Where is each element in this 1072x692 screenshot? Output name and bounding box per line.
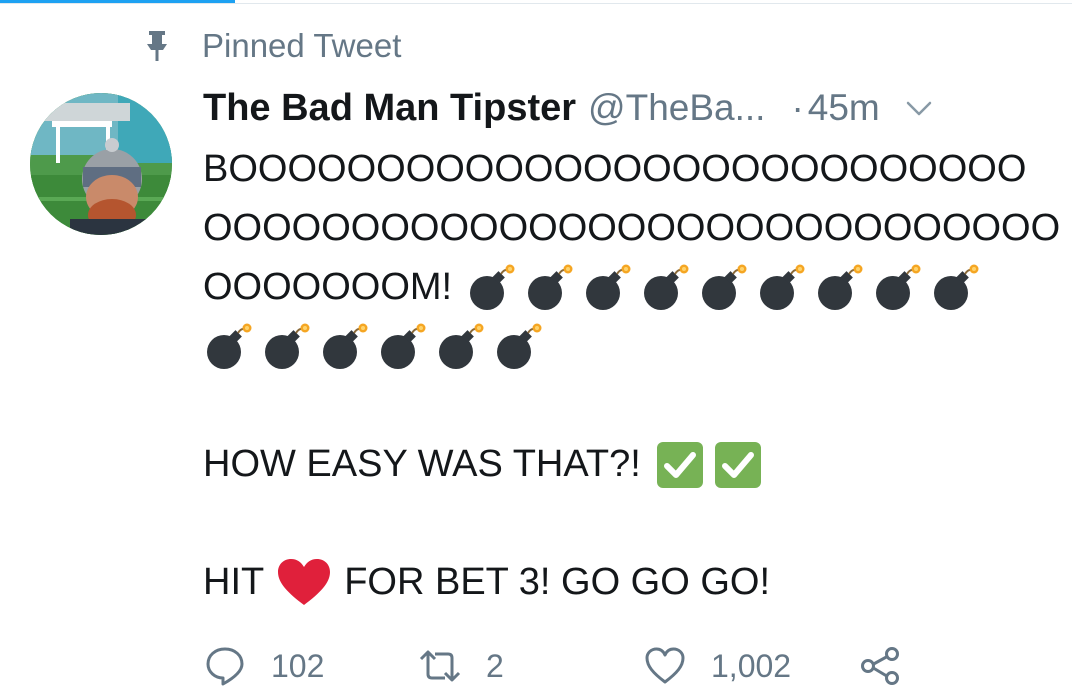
tweet-line: BOOOOOOOOOOOOOOOOOOOOOOOOOOO (203, 148, 1027, 190)
retweet-icon (419, 650, 461, 682)
tweet-actions: 102 2 1,002 (203, 640, 1053, 692)
check-emoji-group (647, 440, 763, 490)
separator-dot: · (791, 87, 804, 128)
retweet-count: 2 (486, 647, 504, 684)
tweet-line: HIT FOR BET 3! GO GO GO! (203, 553, 1053, 612)
tweet-header: The Bad Man Tipster @TheBa... · 45m (203, 78, 1053, 138)
tweet-line-text: FOR BET 3! GO GO GO! (344, 561, 771, 603)
bomb-emoji-icon (497, 323, 542, 369)
bomb-emoji-group (203, 322, 551, 372)
reply-button[interactable]: 102 (203, 640, 324, 692)
reply-icon (206, 647, 244, 686)
bomb-emoji-icon (644, 264, 689, 310)
bomb-emoji-icon (470, 264, 515, 310)
like-button[interactable]: 1,002 (643, 640, 791, 692)
tweet-timestamp[interactable]: 45m (808, 87, 880, 129)
bomb-emoji-group (466, 263, 988, 313)
display-name[interactable]: The Bad Man Tipster (203, 87, 576, 130)
top-divider (0, 3, 1072, 4)
bomb-emoji-icon (876, 264, 921, 310)
bomb-emoji-icon (818, 264, 863, 310)
tweet-line (203, 317, 1053, 376)
reply-count: 102 (271, 647, 325, 684)
heart-icon (645, 647, 685, 684)
chevron-down-icon[interactable] (904, 98, 934, 118)
retweet-button[interactable]: 2 (418, 640, 504, 692)
tweet-line: OOOOOOOOOOOOOOOOOOOOOOOOOOOOO (203, 207, 1061, 249)
tweet-line-text: HIT (203, 561, 265, 603)
bomb-emoji-icon (207, 323, 252, 369)
bomb-emoji-icon (381, 323, 426, 369)
pin-icon (140, 29, 174, 63)
tweet-line: HOW EASY WAS THAT?! (203, 435, 1053, 494)
tweet-line-text: OOOOOOOM! (203, 266, 453, 308)
tweet-line: OOOOOOOM! (203, 258, 1053, 317)
heart-emoji-icon (276, 557, 332, 609)
tweet-line-text: HOW EASY WAS THAT?! (203, 443, 641, 485)
bomb-emoji-icon (586, 264, 631, 310)
bomb-emoji-icon (702, 264, 747, 310)
bomb-emoji-icon (439, 323, 484, 369)
avatar[interactable] (30, 93, 172, 235)
share-button[interactable] (858, 640, 902, 692)
like-count: 1,002 (711, 647, 792, 684)
pinned-tweet-label: Pinned Tweet (202, 27, 402, 64)
bomb-emoji-icon (760, 264, 805, 310)
bomb-emoji-icon (528, 264, 573, 310)
pinned-tweet-header: Pinned Tweet (140, 24, 401, 68)
user-handle[interactable]: @TheBa... (588, 87, 765, 129)
bomb-emoji-icon (265, 323, 310, 369)
check-mark-emoji-icon (656, 441, 703, 488)
bomb-emoji-icon (323, 323, 368, 369)
check-mark-emoji-icon (714, 441, 761, 488)
tweet-text: BOOOOOOOOOOOOOOOOOOOOOOOOOOO OOOOOOOOOOO… (203, 140, 1061, 612)
share-icon (861, 647, 899, 685)
bomb-emoji-icon (934, 264, 979, 310)
